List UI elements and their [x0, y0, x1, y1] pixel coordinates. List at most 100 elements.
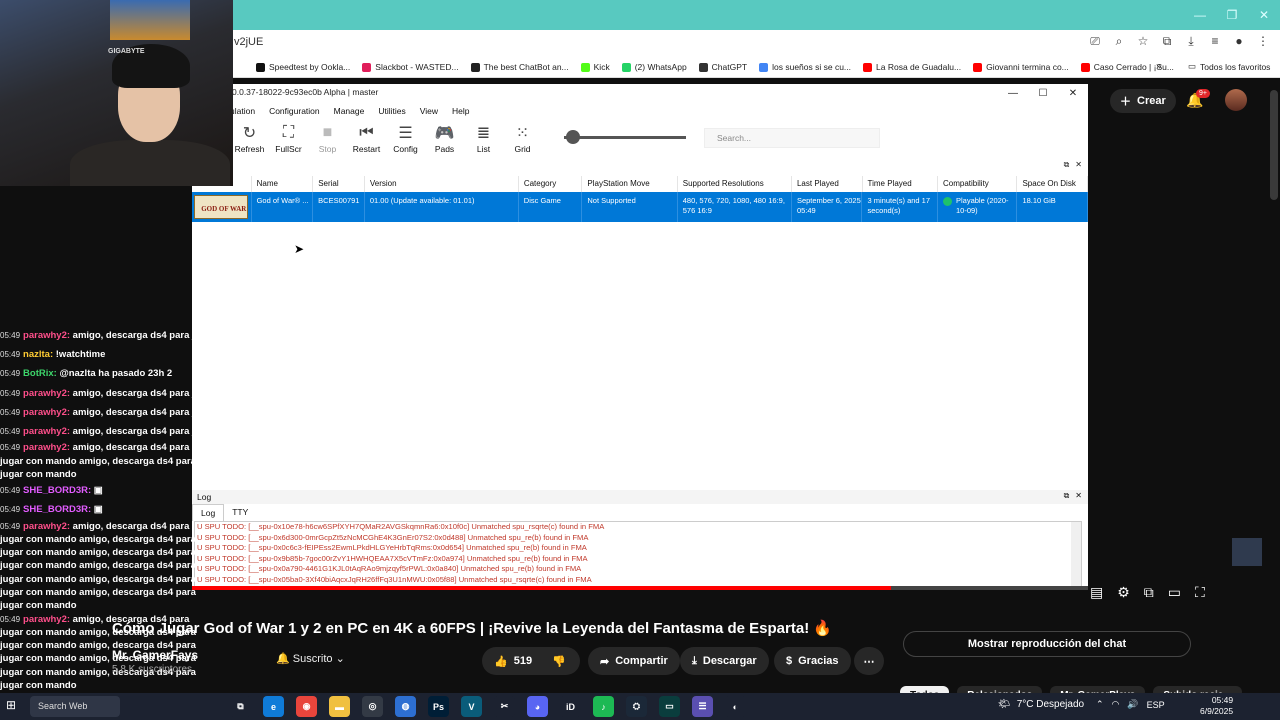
close-icon[interactable]: ✕	[1248, 0, 1280, 30]
all-favorites-button[interactable]: ▭ Todos los favoritos	[1188, 61, 1270, 72]
capcut-icon[interactable]: ✂	[494, 696, 515, 717]
menu-item[interactable]: Manage	[334, 106, 365, 116]
toolbar-restart-button[interactable]: ⏮ Restart	[347, 122, 386, 154]
steam-chat-icon[interactable]: ◍	[395, 696, 416, 717]
close-icon[interactable]: ✕	[1058, 84, 1088, 102]
url-text[interactable]: v2jUE	[234, 36, 263, 48]
taskbar-clock[interactable]: 05:49 6/9/2025	[1200, 695, 1233, 717]
column-header[interactable]: Compatibility	[938, 176, 1018, 192]
bookmark-item[interactable]: (2) WhatsApp	[621, 62, 687, 72]
minimize-icon[interactable]: —	[1184, 0, 1216, 30]
bookmark-item[interactable]: Slackbot - WASTED...	[362, 62, 459, 72]
toolbar-fullscr-button[interactable]: ⛶ FullScr	[269, 122, 308, 154]
edge-icon[interactable]: e	[263, 696, 284, 717]
bookmark-item[interactable]: La Rosa de Guadalu...	[863, 62, 961, 72]
column-header[interactable]: Space On Disk	[1017, 176, 1088, 192]
discord-icon[interactable]: ◕	[527, 696, 548, 717]
bookmark-item[interactable]: ChatGPT	[698, 62, 747, 72]
vegas-icon[interactable]: V	[461, 696, 482, 717]
menu-item[interactable]: Configuration	[269, 106, 320, 116]
settings-gear-icon[interactable]: ⚙	[1117, 584, 1130, 601]
menu-item[interactable]: Utilities	[378, 106, 405, 116]
toolbar-config-button[interactable]: ☰ Config	[386, 122, 425, 154]
fullscreen-icon[interactable]: ⛶	[1195, 584, 1205, 601]
toolbar-refresh-button[interactable]: ↻ Refresh	[230, 122, 269, 154]
more-actions-icon[interactable]: ⋯	[854, 647, 884, 675]
column-header[interactable]: Last Played	[792, 176, 863, 192]
column-header[interactable]: Serial	[313, 176, 365, 192]
column-header[interactable]: Time Played	[863, 176, 938, 192]
cast-icon[interactable]: ⎚	[1088, 34, 1102, 49]
taskbar-weather[interactable]: 🌤 7°C Despejado	[998, 699, 1084, 710]
chat-username[interactable]: SHE_BORD3R:	[23, 485, 91, 496]
restore-icon[interactable]: ❐	[1216, 0, 1248, 30]
thumbs-down-icon[interactable]: 👎	[552, 655, 566, 668]
photoshop-icon[interactable]: Ps	[428, 696, 449, 717]
bookmark-item[interactable]: Giovanni termina co...	[973, 62, 1069, 72]
tray-chevron-icon[interactable]: ⌃	[1096, 699, 1104, 710]
channel-watermark[interactable]	[1232, 538, 1262, 566]
game-search-input[interactable]: Search...	[704, 128, 880, 148]
close-icon[interactable]: ✕	[1075, 160, 1082, 170]
star-icon[interactable]: ☆	[1136, 34, 1150, 49]
chat-username[interactable]: parawhy2:	[23, 614, 70, 625]
table-row[interactable]: GOD OF WAR God of War® ... BCES00791 01.00 …	[192, 192, 1088, 222]
zoom-icon[interactable]: ⌕	[1112, 34, 1126, 49]
log-output[interactable]: U SPU TODO: [__spu-0x10e78-h6cw6SPfXYH7Q…	[194, 521, 1082, 587]
icon-size-slider-track[interactable]	[564, 136, 686, 139]
volume-icon[interactable]: 🔊	[1127, 699, 1138, 710]
minimize-icon[interactable]: —	[998, 84, 1028, 102]
subtitles-icon[interactable]: ▤	[1090, 584, 1103, 601]
menu-item[interactable]: View	[420, 106, 438, 116]
thanks-button[interactable]: $ Gracias	[774, 647, 851, 675]
bookmark-item[interactable]: Speedtest by Ookla...	[256, 62, 350, 72]
bookmark-item[interactable]: Kick	[580, 62, 610, 72]
menu-item[interactable]: Help	[452, 106, 469, 116]
spotify-icon[interactable]: ♪	[593, 696, 614, 717]
float-icon[interactable]: ⧉	[1064, 160, 1070, 170]
bookmarks-overflow-icon[interactable]: »	[1156, 61, 1162, 72]
profile-icon[interactable]: ●	[1232, 34, 1246, 49]
bookmark-item[interactable]: los sueños si se cu...	[759, 62, 851, 72]
theater-mode-icon[interactable]: ▭	[1168, 584, 1181, 601]
obs-icon[interactable]: ◎	[362, 696, 383, 717]
share-button[interactable]: ➦ Compartir	[588, 647, 680, 675]
maximize-icon[interactable]: ☐	[1028, 84, 1058, 102]
kebab-menu-icon[interactable]: ⋮	[1256, 34, 1270, 49]
wifi-icon[interactable]: ◠	[1112, 699, 1120, 710]
page-scrollbar[interactable]	[1270, 90, 1278, 200]
extensions-icon[interactable]: ⧉	[1160, 34, 1174, 49]
taskbar-search-input[interactable]: Search Web	[30, 696, 120, 717]
show-chat-replay-button[interactable]: Mostrar reproducción del chat	[903, 631, 1191, 657]
subscribed-button[interactable]: 🔔 Suscrito ⌄	[276, 652, 345, 665]
toolbar-list-button[interactable]: ≣ List	[464, 122, 503, 154]
column-header[interactable]: PlayStation Move	[582, 176, 678, 192]
video-progress-fill[interactable]	[192, 586, 891, 590]
like-button[interactable]: 👍 519 👎	[482, 647, 580, 675]
toolbar-grid-button[interactable]: ⁙ Grid	[503, 122, 542, 154]
chat-username[interactable]: BotRix:	[23, 368, 57, 379]
chat-username[interactable]: nazlta:	[23, 349, 53, 360]
download-button[interactable]: ⤓ Descargar	[680, 647, 769, 675]
close-icon[interactable]: ✕	[1075, 491, 1082, 501]
avatar[interactable]	[1225, 89, 1247, 111]
column-header[interactable]: Name	[252, 176, 314, 192]
float-icon[interactable]: ⧉	[1064, 491, 1070, 501]
chat-username[interactable]: parawhy2:	[23, 521, 70, 532]
language-indicator[interactable]: ESP	[1147, 700, 1165, 710]
explorer-icon[interactable]: ▬	[329, 696, 350, 717]
steam-icon[interactable]: ⛭	[626, 696, 647, 717]
task-view-icon[interactable]: ⧉	[230, 696, 251, 717]
vpn-icon[interactable]: ◐	[725, 696, 746, 717]
chat-username[interactable]: parawhy2:	[23, 330, 70, 341]
column-header[interactable]: Category	[519, 176, 583, 192]
id-icon[interactable]: iD	[560, 696, 581, 717]
rpcs3-icon[interactable]: ☰	[692, 696, 713, 717]
channel-name[interactable]: Mr. GamerFays	[112, 648, 198, 662]
chat-username[interactable]: parawhy2:	[23, 388, 70, 399]
miniplayer-icon[interactable]: ⧉	[1144, 584, 1154, 601]
icon-size-slider-handle[interactable]	[566, 130, 580, 144]
download-icon[interactable]: ⤓	[1184, 34, 1198, 49]
column-header[interactable]: Version	[365, 176, 519, 192]
log-tab[interactable]: TTY	[224, 504, 256, 521]
